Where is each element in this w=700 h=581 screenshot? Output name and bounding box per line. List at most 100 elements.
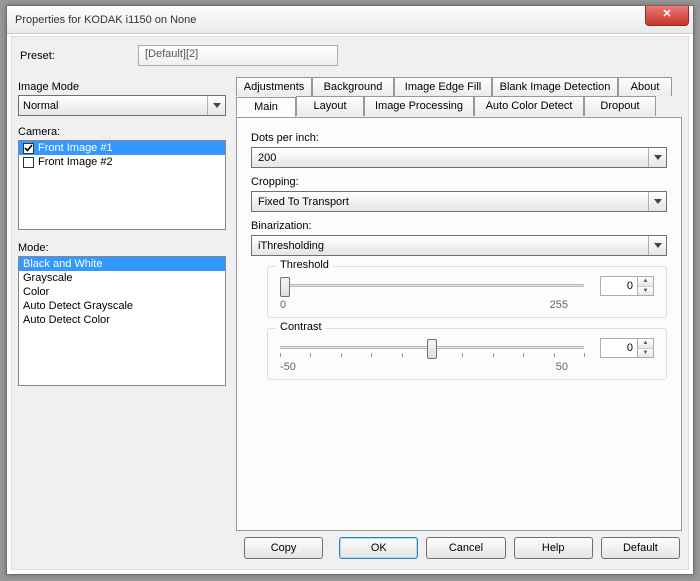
mode-item-label: Color — [23, 286, 49, 298]
mode-item-color[interactable]: Color — [19, 285, 225, 299]
ok-button[interactable]: OK — [339, 537, 418, 559]
tab-about[interactable]: About — [618, 77, 672, 96]
camera-item-label: Front Image #2 — [38, 156, 113, 168]
mode-item-label: Black and White — [23, 258, 102, 270]
titlebar[interactable]: Properties for KODAK i1150 on None ✕ — [7, 6, 693, 34]
copy-button[interactable]: Copy — [244, 537, 323, 559]
camera-item-label: Front Image #1 — [38, 142, 113, 154]
mode-item-autocolor[interactable]: Auto Detect Color — [19, 313, 225, 327]
tab-label: About — [631, 81, 660, 93]
tab-adjustments[interactable]: Adjustments — [236, 77, 312, 96]
tab-label: Adjustments — [244, 81, 305, 93]
chevron-down-icon — [648, 236, 666, 255]
scale-max: 50 — [556, 361, 568, 373]
camera-item-front1[interactable]: Front Image #1 — [19, 141, 225, 155]
chevron-down-icon — [207, 96, 225, 115]
contrast-label: Contrast — [276, 321, 326, 333]
image-mode-combo[interactable]: Normal — [18, 95, 226, 116]
cropping-combo[interactable]: Fixed To Transport — [251, 191, 667, 212]
tab-dropout[interactable]: Dropout — [584, 96, 656, 116]
checkbox-icon[interactable] — [23, 143, 34, 154]
tab-label: Image Edge Fill — [405, 81, 481, 93]
default-button[interactable]: Default — [601, 537, 680, 559]
checkbox-icon[interactable] — [23, 157, 34, 168]
mode-label: Mode: — [18, 242, 226, 254]
help-button[interactable]: Help — [514, 537, 593, 559]
tab-background[interactable]: Background — [312, 77, 394, 96]
tab-label: Background — [324, 81, 383, 93]
cropping-label: Cropping: — [251, 176, 667, 188]
tab-label: Dropout — [600, 100, 639, 112]
preset-row: Preset: [Default][2] — [12, 37, 688, 76]
tabs-row-upper: Adjustments Background Image Edge Fill B… — [236, 77, 682, 96]
threshold-row: ▲ ▼ — [280, 275, 654, 297]
tab-page-main: Dots per inch: 200 Cropping: Fixed To Tr… — [236, 117, 682, 531]
mode-item-label: Auto Detect Color — [23, 314, 110, 326]
dpi-combo[interactable]: 200 — [251, 147, 667, 168]
content-area: Image Mode Normal Camera: Front Image #1… — [18, 77, 682, 531]
preset-input[interactable]: [Default][2] — [138, 45, 338, 66]
image-mode-value: Normal — [23, 100, 58, 112]
camera-label: Camera: — [18, 126, 226, 138]
binarization-combo[interactable]: iThresholding — [251, 235, 667, 256]
button-label: Default — [623, 542, 658, 554]
mode-item-grayscale[interactable]: Grayscale — [19, 271, 225, 285]
button-label: OK — [371, 542, 387, 554]
scale-min: -50 — [280, 361, 296, 373]
button-label: Cancel — [449, 542, 483, 554]
spin-down-icon[interactable]: ▼ — [638, 287, 653, 296]
contrast-group: Contrast — [267, 328, 667, 380]
dialog-window: Properties for KODAK i1150 on None ✕ Pre… — [6, 5, 694, 575]
threshold-input[interactable] — [600, 276, 638, 296]
camera-item-front2[interactable]: Front Image #2 — [19, 155, 225, 169]
mode-item-label: Grayscale — [23, 272, 73, 284]
chevron-down-icon — [648, 148, 666, 167]
tab-auto-color-detect[interactable]: Auto Color Detect — [474, 96, 584, 116]
contrast-slider[interactable] — [280, 337, 584, 359]
spin-up-icon[interactable]: ▲ — [638, 277, 653, 287]
button-row: Copy OK Cancel Help Default — [12, 537, 688, 563]
window-title: Properties for KODAK i1150 on None — [15, 14, 196, 26]
close-button[interactable]: ✕ — [645, 6, 689, 26]
cancel-button[interactable]: Cancel — [426, 537, 505, 559]
tab-label: Blank Image Detection — [500, 81, 611, 93]
spin-down-icon[interactable]: ▼ — [638, 349, 653, 358]
mode-listbox[interactable]: Black and White Grayscale Color Auto Det… — [18, 256, 226, 386]
contrast-spinbox: ▲ ▼ — [600, 338, 654, 358]
tab-blank-detection[interactable]: Blank Image Detection — [492, 77, 618, 96]
tab-label: Image Processing — [375, 100, 463, 112]
threshold-group: Threshold ▲ ▼ — [267, 266, 667, 318]
right-column: Adjustments Background Image Edge Fill B… — [236, 77, 682, 531]
mode-item-bw[interactable]: Black and White — [19, 257, 225, 271]
threshold-scale: 0 255 — [280, 299, 654, 311]
slider-thumb[interactable] — [280, 277, 290, 297]
scale-max: 255 — [550, 299, 568, 311]
preset-value: [Default][2] — [145, 48, 198, 60]
spin-up-icon[interactable]: ▲ — [638, 339, 653, 349]
tab-edge-fill[interactable]: Image Edge Fill — [394, 77, 492, 96]
binarization-label: Binarization: — [251, 220, 667, 232]
camera-listbox[interactable]: Front Image #1 Front Image #2 — [18, 140, 226, 230]
binarization-value: iThresholding — [258, 240, 324, 252]
cropping-value: Fixed To Transport — [258, 196, 349, 208]
spin-buttons: ▲ ▼ — [638, 338, 654, 358]
tab-main[interactable]: Main — [236, 97, 296, 117]
tab-layout[interactable]: Layout — [296, 96, 364, 116]
tab-image-processing[interactable]: Image Processing — [364, 96, 474, 116]
button-label: Help — [542, 542, 565, 554]
spin-buttons: ▲ ▼ — [638, 276, 654, 296]
close-icon: ✕ — [662, 8, 671, 20]
scale-min: 0 — [280, 299, 286, 311]
dialog-body: Preset: [Default][2] Image Mode Normal C… — [11, 36, 689, 570]
dpi-value: 200 — [258, 152, 276, 164]
mode-item-label: Auto Detect Grayscale — [23, 300, 133, 312]
threshold-slider[interactable] — [280, 275, 584, 297]
button-label: Copy — [271, 542, 297, 554]
mode-item-autogs[interactable]: Auto Detect Grayscale — [19, 299, 225, 313]
left-column: Image Mode Normal Camera: Front Image #1… — [18, 77, 236, 531]
contrast-row: ▲ ▼ — [280, 337, 654, 359]
slider-thumb[interactable] — [427, 339, 437, 359]
tab-label: Layout — [313, 100, 346, 112]
tab-label: Auto Color Detect — [486, 100, 573, 112]
contrast-input[interactable] — [600, 338, 638, 358]
